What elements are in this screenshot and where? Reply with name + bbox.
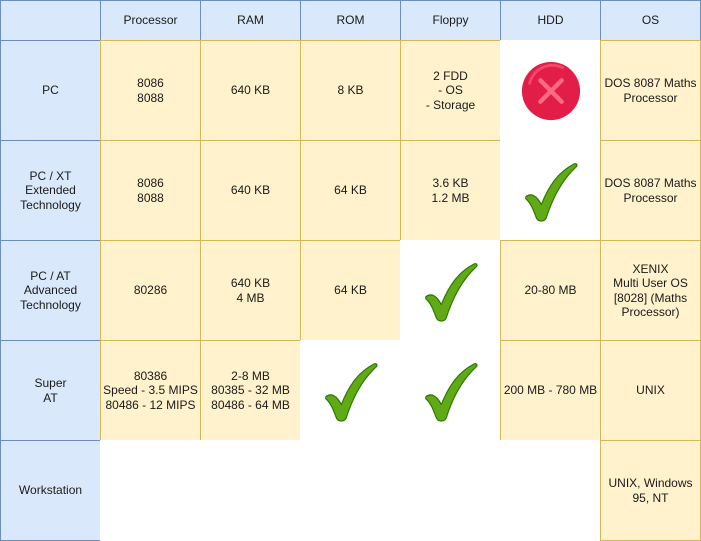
cell-processor: 80286: [100, 240, 201, 341]
cell-processor: 80386 Speed - 3.5 MIPS 80486 - 12 MIPS: [100, 340, 201, 441]
cell-text: 80386 Speed - 3.5 MIPS 80486 - 12 MIPS: [103, 368, 198, 412]
checkmark-icon: [324, 362, 378, 422]
cell-text: 2 FDD - OS - Storage: [425, 68, 476, 112]
cell-text: 3.6 KB 1.2 MB: [431, 176, 470, 205]
column-header-label: ROM: [336, 13, 365, 28]
cell-floppy-icon: [400, 240, 501, 341]
cell-os: DOS 8087 Maths Processor: [600, 40, 701, 141]
checkmark-icon: [424, 262, 478, 322]
cell-ram: 640 KB 4 MB: [200, 240, 301, 341]
empty-cell: [100, 440, 201, 541]
column-header-floppy: Floppy: [400, 0, 501, 41]
column-header-ram: RAM: [200, 0, 301, 41]
hardware-comparison-table: Processor RAM ROM Floppy HDD OS PC 8086 8088 640…: [0, 0, 701, 541]
cell-floppy: 2 FDD - OS - Storage: [400, 40, 501, 141]
column-header-label: HDD: [537, 13, 564, 28]
row-header-pc: PC: [0, 40, 101, 141]
column-header-rom: ROM: [300, 0, 401, 41]
cell-text: XENIX Multi User OS [8028] (Maths Proces…: [613, 261, 688, 320]
cell-text: 8086 8088: [137, 76, 164, 105]
checkmark-icon: [424, 362, 478, 422]
column-header-os: OS: [600, 0, 701, 41]
cell-hdd: 20-80 MB: [500, 240, 601, 341]
row-header-workstation: Workstation: [0, 440, 101, 541]
cell-rom-icon: [300, 340, 401, 441]
row-header-label: PC: [42, 83, 59, 98]
cross-icon: [521, 61, 580, 120]
cell-rom: 64 KB: [300, 140, 401, 241]
empty-cell: [400, 440, 501, 541]
cell-os: DOS 8087 Maths Processor: [600, 140, 701, 241]
empty-cell: [500, 440, 601, 541]
cell-ram: 640 KB: [200, 40, 301, 141]
cell-ram: 2-8 MB 80385 - 32 MB 80486 - 64 MB: [200, 340, 301, 441]
cell-text: UNIX, Windows 95, NT: [608, 476, 693, 505]
cell-floppy-icon: [400, 340, 501, 441]
cell-hdd: 200 MB - 780 MB: [500, 340, 601, 441]
cell-text: 8 KB: [337, 83, 364, 98]
cell-processor: 8086 8088: [100, 140, 201, 241]
row-header-label: PC / AT Advanced Technology: [20, 268, 81, 312]
cell-rom: 8 KB: [300, 40, 401, 141]
cell-text: DOS 8087 Maths Processor: [604, 176, 697, 205]
column-header-label: OS: [641, 13, 660, 28]
cell-os: UNIX, Windows 95, NT: [600, 440, 701, 541]
row-header-super-at: Super AT: [0, 340, 101, 441]
cell-text: UNIX: [636, 383, 665, 398]
cell-text: DOS 8087 Maths Processor: [604, 76, 697, 105]
column-header-processor: Processor: [100, 0, 201, 41]
cell-hdd-icon: [500, 40, 601, 141]
cell-text: 8086 8088: [137, 176, 164, 205]
cell-floppy: 3.6 KB 1.2 MB: [400, 140, 501, 241]
cell-hdd-icon: [500, 140, 601, 241]
cell-text: 80286: [133, 283, 168, 298]
cell-text: 20-80 MB: [524, 283, 577, 298]
cell-processor: 8086 8088: [100, 40, 201, 141]
cell-text: 640 KB: [230, 83, 271, 98]
cell-os: UNIX: [600, 340, 701, 441]
cell-text: 64 KB: [334, 283, 367, 298]
cell-text: 640 KB: [230, 183, 271, 198]
cell-rom: 64 KB: [300, 240, 401, 341]
corner-header-cell: [0, 0, 101, 41]
cell-ram: 640 KB: [200, 140, 301, 241]
column-header-label: Floppy: [432, 13, 469, 28]
column-header-hdd: HDD: [500, 0, 601, 41]
column-header-label: Processor: [123, 13, 178, 28]
checkmark-icon: [524, 162, 578, 222]
cell-os: XENIX Multi User OS [8028] (Maths Proces…: [600, 240, 701, 341]
row-header-label: PC / XT Extended Technology: [20, 168, 81, 212]
column-header-label: RAM: [237, 13, 264, 28]
row-header-pc-xt-extended-technology: PC / XT Extended Technology: [0, 140, 101, 241]
row-header-pc-at-advanced-technology: PC / AT Advanced Technology: [0, 240, 101, 341]
cell-text: 640 KB 4 MB: [230, 276, 271, 305]
empty-cell: [300, 440, 401, 541]
row-header-label: Workstation: [18, 483, 83, 498]
cell-text: 2-8 MB 80385 - 32 MB 80486 - 64 MB: [211, 368, 290, 412]
cell-text: 64 KB: [334, 183, 367, 198]
row-header-label: Super AT: [34, 376, 67, 405]
empty-cell: [200, 440, 301, 541]
cell-text: 200 MB - 780 MB: [503, 383, 598, 398]
